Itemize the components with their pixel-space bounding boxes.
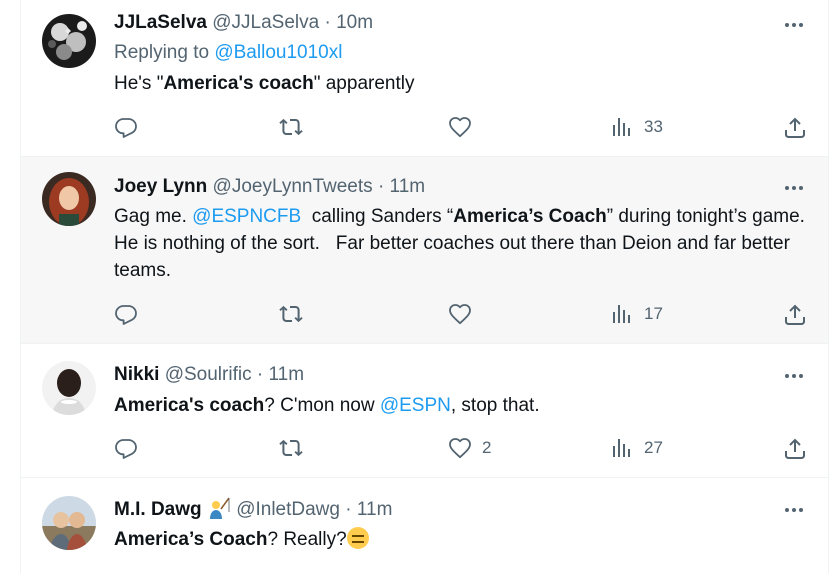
reply-icon[interactable] xyxy=(114,436,138,460)
views-count: 27 xyxy=(644,438,663,457)
more-options-icon[interactable] xyxy=(782,176,806,200)
mention-link[interactable]: @ESPNCFB xyxy=(192,206,301,227)
separator: · xyxy=(256,364,264,385)
more-options-icon[interactable] xyxy=(782,498,806,522)
heart-icon[interactable] xyxy=(448,115,472,139)
tweet-header: JJLaSelva @JJLaSelva · 10m xyxy=(114,11,373,35)
like-button[interactable]: 2 xyxy=(448,436,491,460)
views-chart-icon xyxy=(610,436,634,460)
retweet-icon[interactable] xyxy=(279,436,303,460)
text-segment: calling Sanders “ xyxy=(301,206,454,227)
avatar[interactable] xyxy=(42,172,96,226)
tweet-text: America's coach? C'mon now @ESPN, stop t… xyxy=(114,392,814,419)
text-segment: , stop that. xyxy=(450,395,540,416)
timestamp[interactable]: 11m xyxy=(357,499,393,520)
text-bold: America’s Coach xyxy=(114,529,268,550)
views-count: 33 xyxy=(644,117,663,136)
more-options-icon[interactable] xyxy=(782,364,806,388)
views-button[interactable]: 33 xyxy=(610,115,663,139)
views-chart-icon xyxy=(610,115,634,139)
reply-icon[interactable] xyxy=(114,302,138,326)
views-chart-icon xyxy=(610,302,634,326)
replying-to-label: Replying to xyxy=(114,42,210,63)
fishing-person-emoji xyxy=(207,497,231,526)
like-count: 2 xyxy=(482,438,492,457)
text-segment: He's " xyxy=(114,73,164,94)
text-segment: " apparently xyxy=(313,73,415,94)
tweet-text: Gag me. @ESPNCFB calling Sanders “Americ… xyxy=(114,203,814,284)
more-options-icon[interactable] xyxy=(782,13,806,37)
avatar[interactable] xyxy=(42,496,96,550)
text-bold: America’s Coach xyxy=(453,206,607,227)
tweet[interactable]: Joey Lynn @JoeyLynnTweets · 11m Gag me. … xyxy=(20,157,829,344)
user-handle[interactable]: @JoeyLynnTweets xyxy=(213,176,373,197)
user-handle[interactable]: @JJLaSelva xyxy=(212,12,319,33)
avatar-image xyxy=(42,14,96,68)
retweet-icon[interactable] xyxy=(279,302,303,326)
tweet-text: He's "America's coach" apparently xyxy=(114,70,814,97)
display-name[interactable]: M.I. Dawg xyxy=(114,499,202,520)
display-name[interactable]: Nikki xyxy=(114,364,159,385)
expressionless-face-emoji xyxy=(346,527,369,549)
user-handle[interactable]: @InletDawg xyxy=(236,499,340,520)
share-icon[interactable] xyxy=(783,302,807,326)
separator: · xyxy=(324,12,331,33)
timestamp[interactable]: 10m xyxy=(336,12,373,33)
reply-timeline: JJLaSelva @JJLaSelva · 10m Replying to @… xyxy=(0,0,830,573)
heart-icon xyxy=(448,436,472,460)
avatar[interactable] xyxy=(42,14,96,68)
user-handle[interactable]: @Soulrific xyxy=(165,364,252,385)
tweet-text: America’s Coach? Really? xyxy=(114,526,814,553)
timestamp[interactable]: 11m xyxy=(390,176,426,197)
views-count: 17 xyxy=(644,304,663,323)
text-segment: ? Really? xyxy=(267,529,347,550)
text-segment: ? C'mon now xyxy=(264,395,380,416)
replying-to: Replying to @Ballou1010xl xyxy=(114,41,342,65)
tweet[interactable]: JJLaSelva @JJLaSelva · 10m Replying to @… xyxy=(20,0,829,157)
tweet-header: M.I. Dawg @InletDawg · 11m xyxy=(114,497,392,526)
text-bold: America's coach xyxy=(163,73,314,94)
avatar[interactable] xyxy=(42,361,96,415)
tweet-actions: 33 xyxy=(114,115,814,139)
avatar-image xyxy=(42,496,96,550)
tweet[interactable]: Nikki @Soulrific · 11m America's coach? … xyxy=(20,344,829,478)
separator: · xyxy=(345,499,352,520)
heart-icon[interactable] xyxy=(448,302,472,326)
display-name[interactable]: Joey Lynn xyxy=(114,176,207,197)
text-bold: America's coach xyxy=(114,395,265,416)
retweet-icon[interactable] xyxy=(279,115,303,139)
tweet-actions: 17 xyxy=(114,302,814,326)
replying-to-mention[interactable]: @Ballou1010xl xyxy=(214,42,342,63)
display-name[interactable]: JJLaSelva xyxy=(114,12,207,33)
text-segment: Gag me. xyxy=(114,206,193,227)
tweet[interactable]: M.I. Dawg @InletDawg · 11m America’s Coa… xyxy=(20,478,829,573)
views-button[interactable]: 17 xyxy=(610,302,663,326)
reply-icon[interactable] xyxy=(114,115,138,139)
timestamp[interactable]: 11m xyxy=(268,364,304,385)
tweet-actions: 2 27 xyxy=(114,436,814,460)
share-icon[interactable] xyxy=(783,436,807,460)
avatar-image xyxy=(42,172,96,226)
views-button[interactable]: 27 xyxy=(610,436,663,460)
tweet-header: Nikki @Soulrific · 11m xyxy=(114,363,304,387)
separator: · xyxy=(377,176,385,197)
mention-link[interactable]: @ESPN xyxy=(380,395,451,416)
avatar-image xyxy=(42,361,96,415)
tweet-header: Joey Lynn @JoeyLynnTweets · 11m xyxy=(114,175,425,199)
share-icon[interactable] xyxy=(783,115,807,139)
